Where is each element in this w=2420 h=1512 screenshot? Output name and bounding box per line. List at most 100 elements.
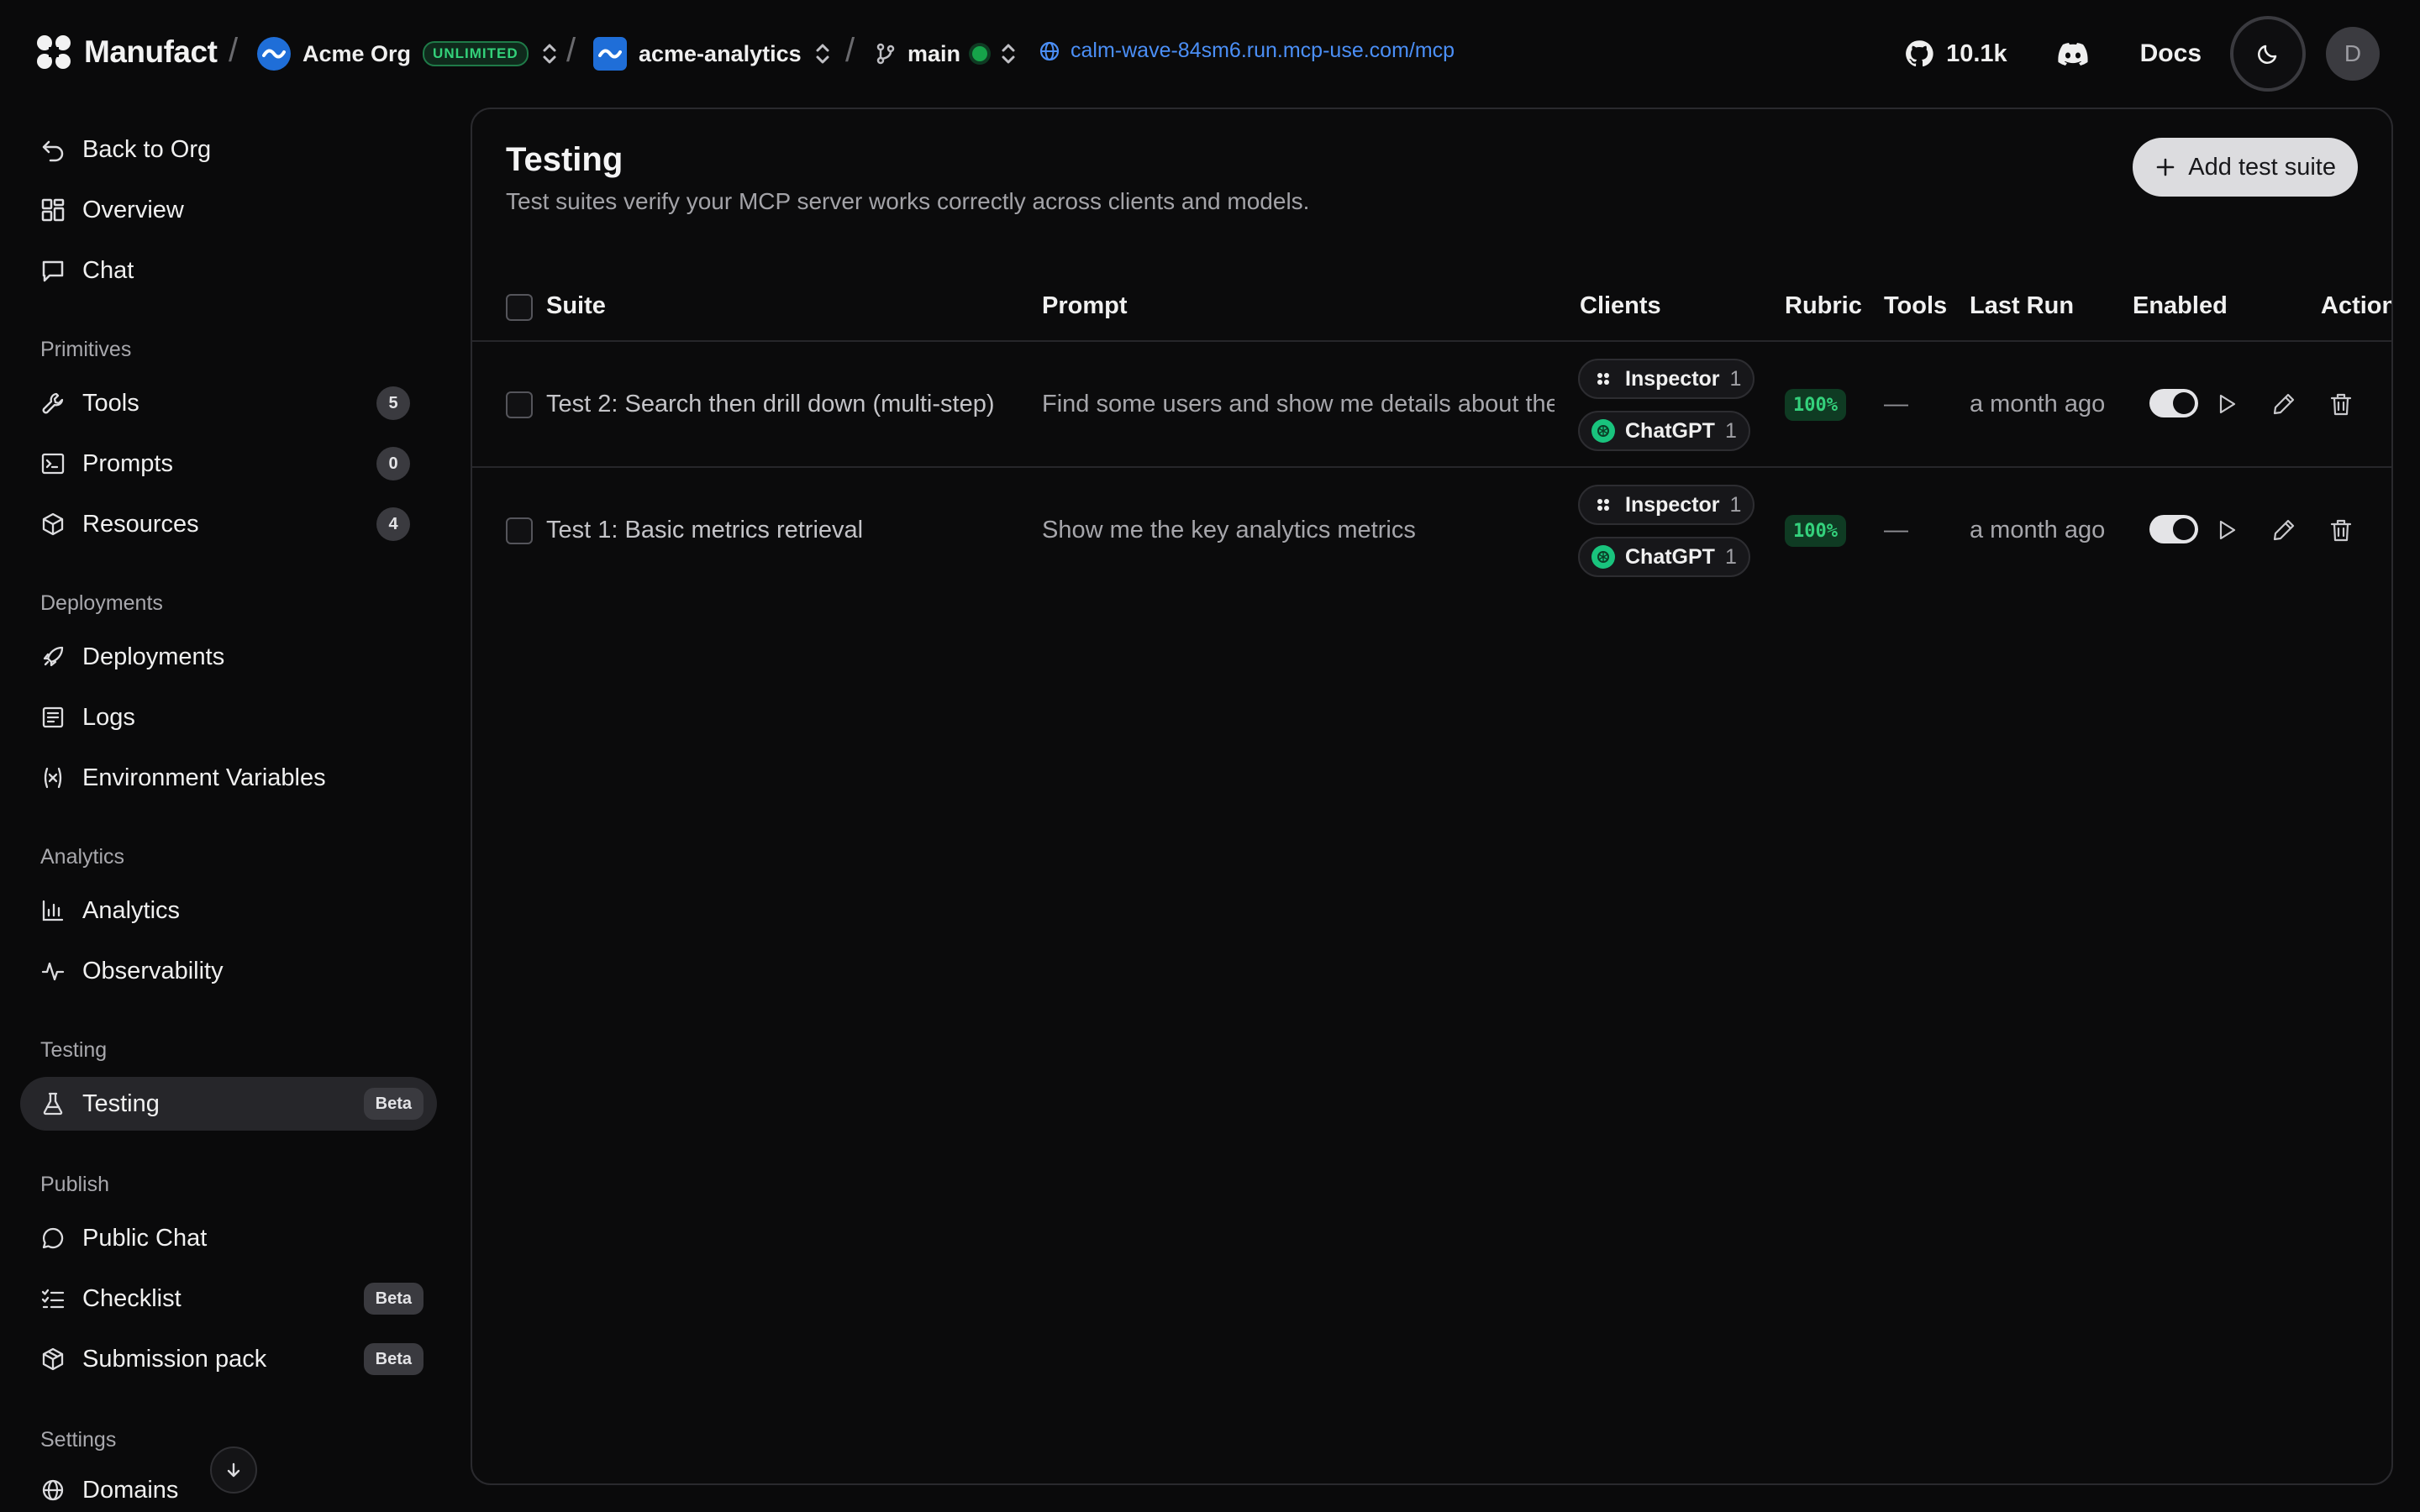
run-play-icon[interactable] [2212, 389, 2242, 419]
branch-switcher[interactable]: main [876, 34, 1018, 74]
column-header-clients[interactable]: Clients [1580, 292, 1661, 320]
sidebar: Back to Org Overview Chat Primitives Too… [0, 108, 454, 1512]
breadcrumb-separator: / [229, 32, 239, 69]
table-row[interactable]: Test 2: Search then drill down (multi-st… [472, 342, 2391, 468]
discord-icon[interactable] [2058, 42, 2088, 66]
enabled-toggle[interactable] [2149, 515, 2198, 543]
sidebar-item-observability[interactable]: Observability [20, 944, 437, 998]
sidebar-item-prompts[interactable]: Prompts 0 [20, 437, 437, 491]
plus-icon [2154, 156, 2176, 178]
org-switcher[interactable]: Acme Org UNLIMITED [257, 34, 559, 74]
github-star-count: 10.1k [1946, 39, 2007, 67]
chevron-up-down-icon [813, 42, 832, 66]
delete-trash-icon[interactable] [2326, 389, 2356, 419]
column-header-last-run[interactable]: Last Run [1970, 292, 2074, 320]
edit-pencil-icon[interactable] [2269, 389, 2299, 419]
delete-trash-icon[interactable] [2326, 515, 2356, 545]
sidebar-item-submission-pack[interactable]: Submission pack Beta [20, 1332, 437, 1386]
beta-badge: Beta [363, 1343, 424, 1375]
openai-icon [1591, 545, 1615, 569]
openai-icon [1591, 419, 1615, 443]
rubric-score-badge: 100% [1785, 515, 1846, 547]
sidebar-item-label: Logs [82, 703, 135, 731]
globe-icon [1039, 40, 1060, 62]
git-branch-icon [876, 42, 896, 66]
brand-logo[interactable]: Manufact [35, 34, 218, 71]
suite-prompt: Find some users and show me details abou… [1042, 391, 1555, 417]
section-label-testing: Testing [40, 1038, 108, 1062]
section-label-settings: Settings [40, 1428, 117, 1452]
repo-switcher[interactable]: acme-analytics [593, 34, 832, 74]
column-header-enabled[interactable]: Enabled [2133, 292, 2228, 320]
tools-value: — [1884, 391, 1908, 417]
client-name: ChatGPT [1625, 544, 1715, 569]
top-bar: Manufact / Acme Org UNLIMITED / acme-ana… [0, 0, 2420, 108]
breadcrumb-separator: / [566, 32, 576, 69]
user-avatar[interactable]: D [2326, 27, 2380, 81]
sidebar-item-label: Prompts [82, 449, 173, 477]
client-count: 1 [1724, 418, 1737, 443]
add-test-suite-button[interactable]: Add test suite [2133, 138, 2358, 197]
suite-prompt: Show me the key analytics metrics [1042, 517, 1416, 543]
docs-link[interactable]: Docs [2140, 39, 2202, 68]
sidebar-item-back-to-org[interactable]: Back to Org [20, 123, 437, 176]
column-header-rubric[interactable]: Rubric [1785, 292, 1862, 320]
sidebar-item-analytics[interactable]: Analytics [20, 884, 437, 937]
sidebar-item-chat[interactable]: Chat [20, 244, 437, 297]
org-name: Acme Org [302, 40, 412, 66]
client-chip-chatgpt: ChatGPT 1 [1578, 537, 1750, 577]
count-badge: 0 [376, 447, 410, 480]
sidebar-item-public-chat[interactable]: Public Chat [20, 1211, 437, 1265]
beta-badge: Beta [363, 1283, 424, 1315]
client-chip-inspector: Inspector 1 [1578, 485, 1755, 525]
sidebar-item-resources[interactable]: Resources 4 [20, 497, 437, 551]
sidebar-item-overview[interactable]: Overview [20, 183, 437, 237]
top-right-actions: 10.1k Docs D [1904, 16, 2380, 92]
inspector-icon [1591, 493, 1615, 517]
github-stars-link[interactable]: 10.1k [1904, 39, 2007, 69]
flask-icon [39, 1089, 67, 1118]
sidebar-item-label: Back to Org [82, 135, 212, 163]
sidebar-item-label: Submission pack [82, 1345, 267, 1373]
theme-toggle-button[interactable] [2230, 16, 2306, 92]
sidebar-item-testing[interactable]: Testing Beta [20, 1077, 437, 1131]
branch-status-dot [972, 46, 988, 61]
sidebar-item-deployments[interactable]: Deployments [20, 630, 437, 684]
select-all-checkbox[interactable] [506, 294, 533, 321]
edit-pencil-icon[interactable] [2269, 515, 2299, 545]
beta-badge: Beta [363, 1088, 424, 1120]
suite-name[interactable]: Test 1: Basic metrics retrieval [546, 517, 863, 544]
client-count: 1 [1729, 366, 1742, 391]
server-url-link[interactable]: calm-wave-84sm6.run.mcp-use.com/mcp [1039, 39, 1455, 63]
sidebar-item-logs[interactable]: Logs [20, 690, 437, 744]
moon-icon [2255, 41, 2281, 66]
count-badge: 4 [376, 507, 410, 541]
row-checkbox[interactable] [506, 391, 533, 418]
grid-icon [39, 196, 67, 224]
section-label-analytics: Analytics [40, 845, 125, 869]
scroll-down-button[interactable] [210, 1446, 257, 1494]
sidebar-item-label: Public Chat [82, 1224, 208, 1252]
sidebar-item-label: Deployments [82, 643, 225, 670]
count-badge: 5 [376, 386, 410, 420]
chevron-up-down-icon [540, 42, 559, 66]
enabled-toggle[interactable] [2149, 389, 2198, 417]
client-chip-inspector: Inspector 1 [1578, 359, 1755, 399]
rocket-icon [39, 643, 67, 671]
suite-name[interactable]: Test 2: Search then drill down (multi-st… [546, 391, 995, 418]
sidebar-item-checklist[interactable]: Checklist Beta [20, 1272, 437, 1326]
client-chip-chatgpt: ChatGPT 1 [1578, 411, 1750, 451]
column-header-tools[interactable]: Tools [1884, 292, 1947, 320]
column-header-prompt[interactable]: Prompt [1042, 292, 1128, 320]
column-header-suite[interactable]: Suite [546, 292, 606, 320]
box-icon [39, 510, 67, 538]
variable-icon [39, 764, 67, 792]
rubric-score-badge: 100% [1785, 389, 1846, 421]
table-row[interactable]: Test 1: Basic metrics retrieval Show me … [472, 468, 2391, 594]
sidebar-item-label: Domains [82, 1476, 179, 1504]
run-play-icon[interactable] [2212, 515, 2242, 545]
sidebar-item-label: Analytics [82, 896, 181, 924]
sidebar-item-tools[interactable]: Tools 5 [20, 376, 437, 430]
sidebar-item-environment-variables[interactable]: Environment Variables [20, 751, 437, 805]
row-checkbox[interactable] [506, 517, 533, 544]
